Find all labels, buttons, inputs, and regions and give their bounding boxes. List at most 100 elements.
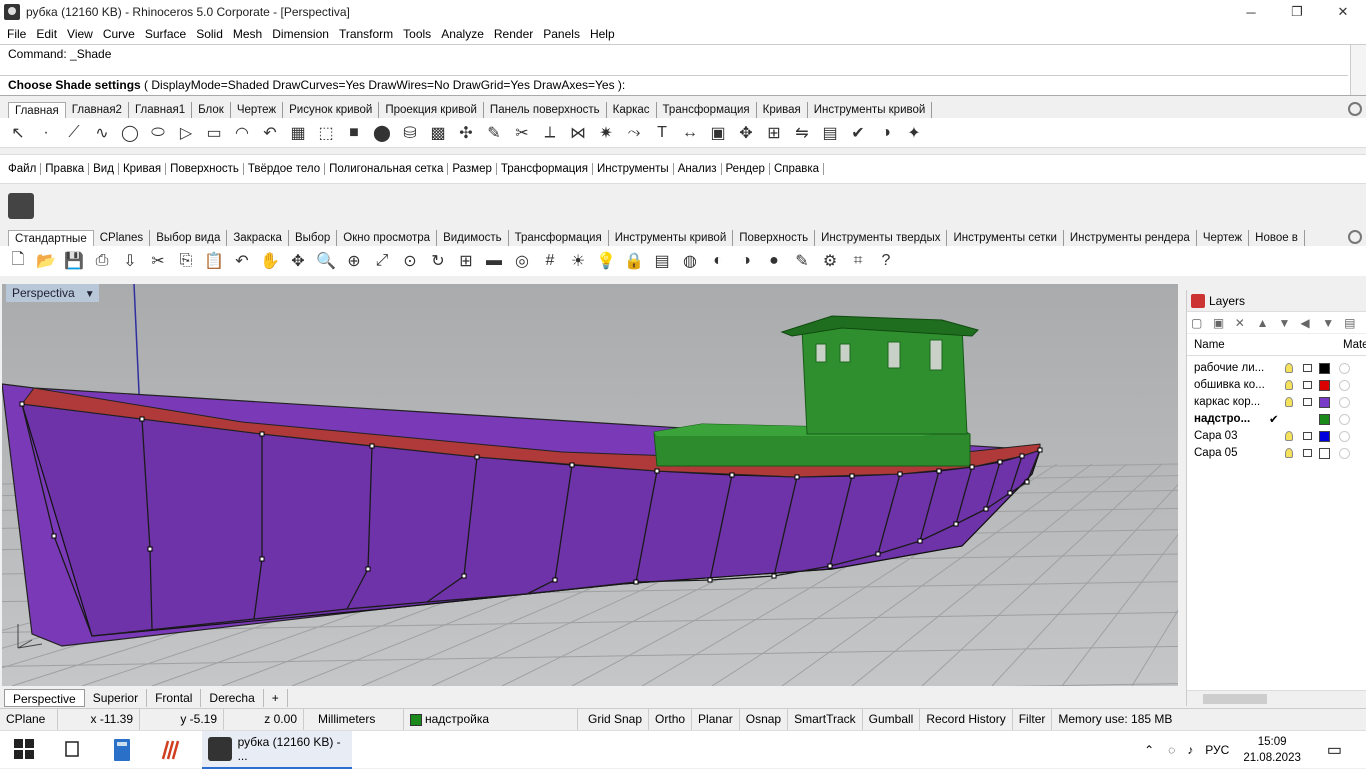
sun-icon[interactable]: ☀ <box>566 249 590 273</box>
app-stripes-icon[interactable] <box>160 739 182 761</box>
menu-tools[interactable]: Tools <box>403 27 431 41</box>
light-icon[interactable]: 💡 <box>594 249 618 273</box>
control-point[interactable] <box>1019 453 1025 459</box>
menu2-file[interactable]: Файл <box>4 163 42 175</box>
viewport-title[interactable]: Perspectiva ▼ <box>6 284 99 302</box>
menu-help[interactable]: Help <box>590 27 615 41</box>
layer-visibility-bulb-icon[interactable] <box>1285 431 1293 441</box>
tab-standartnye[interactable]: Стандартные <box>8 230 94 246</box>
smarttrack-toggle[interactable]: SmartTrack <box>788 708 863 731</box>
command-scrollbar[interactable] <box>1350 45 1366 95</box>
menu2-edit[interactable]: Правка <box>41 163 90 175</box>
menu-file[interactable]: File <box>7 27 26 41</box>
tab-okno-prosmotra[interactable]: Окно просмотра <box>337 230 438 246</box>
layer-name[interactable]: Capa 05 <box>1194 447 1282 459</box>
tab-transformatsiya-2[interactable]: Трансформация <box>509 230 609 246</box>
layer-lock-icon[interactable] <box>1303 449 1312 457</box>
menu2-dimension[interactable]: Размер <box>448 163 497 175</box>
column-material[interactable]: Mater <box>1343 339 1366 351</box>
column-name[interactable]: Name <box>1194 339 1225 351</box>
layer-row[interactable]: Capa 03 <box>1187 428 1366 445</box>
circle-icon[interactable]: ◯ <box>118 121 142 145</box>
menu2-tools[interactable]: Инструменты <box>593 163 674 175</box>
cut-icon[interactable]: ✂ <box>146 249 170 273</box>
rotate-view-icon[interactable]: ↻ <box>426 249 450 273</box>
layer-material-icon[interactable] <box>1339 414 1350 425</box>
layer-icon[interactable]: ▤ <box>650 249 674 273</box>
filter-toggle[interactable]: Filter <box>1013 708 1053 731</box>
new-layer-icon[interactable]: ▢ <box>1191 316 1205 330</box>
help-icon[interactable]: ? <box>874 249 898 273</box>
transform-icon[interactable]: ✣ <box>454 121 478 145</box>
control-point[interactable] <box>917 538 923 544</box>
menu-analyze[interactable]: Analyze <box>441 27 484 41</box>
car-icon[interactable]: ▬ <box>482 249 506 273</box>
color-icon[interactable]: ◍ <box>678 249 702 273</box>
command-prompt-options[interactable]: ( DisplayMode=Shaded DrawCurves=Yes Draw… <box>141 78 625 92</box>
menu-mesh[interactable]: Mesh <box>233 27 262 41</box>
layer-lock-icon[interactable] <box>1303 398 1312 406</box>
viewport-menu-chevron-down-icon[interactable]: ▼ <box>85 286 95 304</box>
select-icon[interactable]: ↖ <box>6 121 30 145</box>
network-icon[interactable]: ◌ <box>1168 743 1175 757</box>
view-tab-derecha[interactable]: Derecha <box>201 689 264 707</box>
viewport-canvas[interactable] <box>2 284 1178 686</box>
layer-material-icon[interactable] <box>1339 448 1350 459</box>
pan-icon[interactable]: ✋ <box>258 249 282 273</box>
offset-icon[interactable]: ⤳ <box>622 121 646 145</box>
tab-transformatsiya[interactable]: Трансформация <box>657 102 757 118</box>
layer-color-swatch[interactable] <box>1319 414 1330 425</box>
control-point[interactable] <box>969 464 975 470</box>
four-views-icon[interactable]: ⊞ <box>454 249 478 273</box>
units[interactable]: Millimeters <box>304 708 404 731</box>
control-point[interactable] <box>936 468 942 474</box>
zoom-icon[interactable]: 🔍 <box>314 249 338 273</box>
view-tab-frontal[interactable]: Frontal <box>147 689 202 707</box>
restore-button[interactable]: ❐ <box>1274 0 1320 24</box>
text-icon[interactable]: T <box>650 121 674 145</box>
shade-icon[interactable]: ◐ <box>706 249 730 273</box>
control-point[interactable] <box>849 473 855 479</box>
view-tab-superior[interactable]: Superior <box>85 689 148 707</box>
tray-chevron-up-icon[interactable]: ⌃ <box>1144 743 1154 757</box>
fillet-icon[interactable]: ↶ <box>258 121 282 145</box>
tab-zakraska[interactable]: Закраска <box>227 230 289 246</box>
control-point[interactable] <box>794 474 800 480</box>
grid-snap-toggle[interactable]: Grid Snap <box>578 708 650 731</box>
control-point[interactable] <box>897 471 903 477</box>
layer-visibility-bulb-icon[interactable] <box>1285 380 1293 390</box>
tab-vybor-vida[interactable]: Выбор вида <box>150 230 228 246</box>
layer-row[interactable]: обшивка ко... <box>1187 377 1366 394</box>
polygon-icon[interactable]: ▷ <box>174 121 198 145</box>
layer-visibility-bulb-icon[interactable] <box>1285 397 1293 407</box>
input-language[interactable]: РУС <box>1205 743 1229 757</box>
filter-icon[interactable]: ▼ <box>1322 316 1336 330</box>
tab-vybor[interactable]: Выбор <box>289 230 338 246</box>
move-down-icon[interactable]: ▼ <box>1279 316 1293 330</box>
menu2-render[interactable]: Рендер <box>722 163 770 175</box>
layer-visibility-bulb-icon[interactable] <box>1285 448 1293 458</box>
lock-icon[interactable]: 🔒 <box>622 249 646 273</box>
delete-layer-icon[interactable]: ✕ <box>1235 316 1249 330</box>
copy-icon[interactable]: ⎘ <box>174 249 198 273</box>
view-tab-perspective[interactable]: Perspective <box>4 689 85 707</box>
curve-icon[interactable]: ∿ <box>90 121 114 145</box>
move-icon[interactable]: ✥ <box>734 121 758 145</box>
tab-instrumenty-krivoy[interactable]: Инструменты кривой <box>808 102 933 118</box>
current-layer[interactable]: надстройка <box>404 708 578 731</box>
move-up-icon[interactable]: ▲ <box>1257 316 1271 330</box>
control-point[interactable] <box>707 577 713 583</box>
control-point[interactable] <box>365 566 371 572</box>
control-point[interactable] <box>474 454 480 460</box>
dimension-icon[interactable]: ↔ <box>678 121 702 145</box>
control-point[interactable] <box>654 468 660 474</box>
tab-karkas[interactable]: Каркас <box>607 102 657 118</box>
gear-icon[interactable] <box>1348 230 1362 244</box>
menu-curve[interactable]: Curve <box>103 27 135 41</box>
tab-blok[interactable]: Блок <box>192 102 231 118</box>
box-icon[interactable]: ■ <box>342 121 366 145</box>
layer-material-icon[interactable] <box>1339 363 1350 374</box>
layer-lock-icon[interactable] <box>1303 364 1312 372</box>
control-point[interactable] <box>259 556 265 562</box>
command-prompt[interactable]: Choose Shade settings ( DisplayMode=Shad… <box>0 75 1348 95</box>
